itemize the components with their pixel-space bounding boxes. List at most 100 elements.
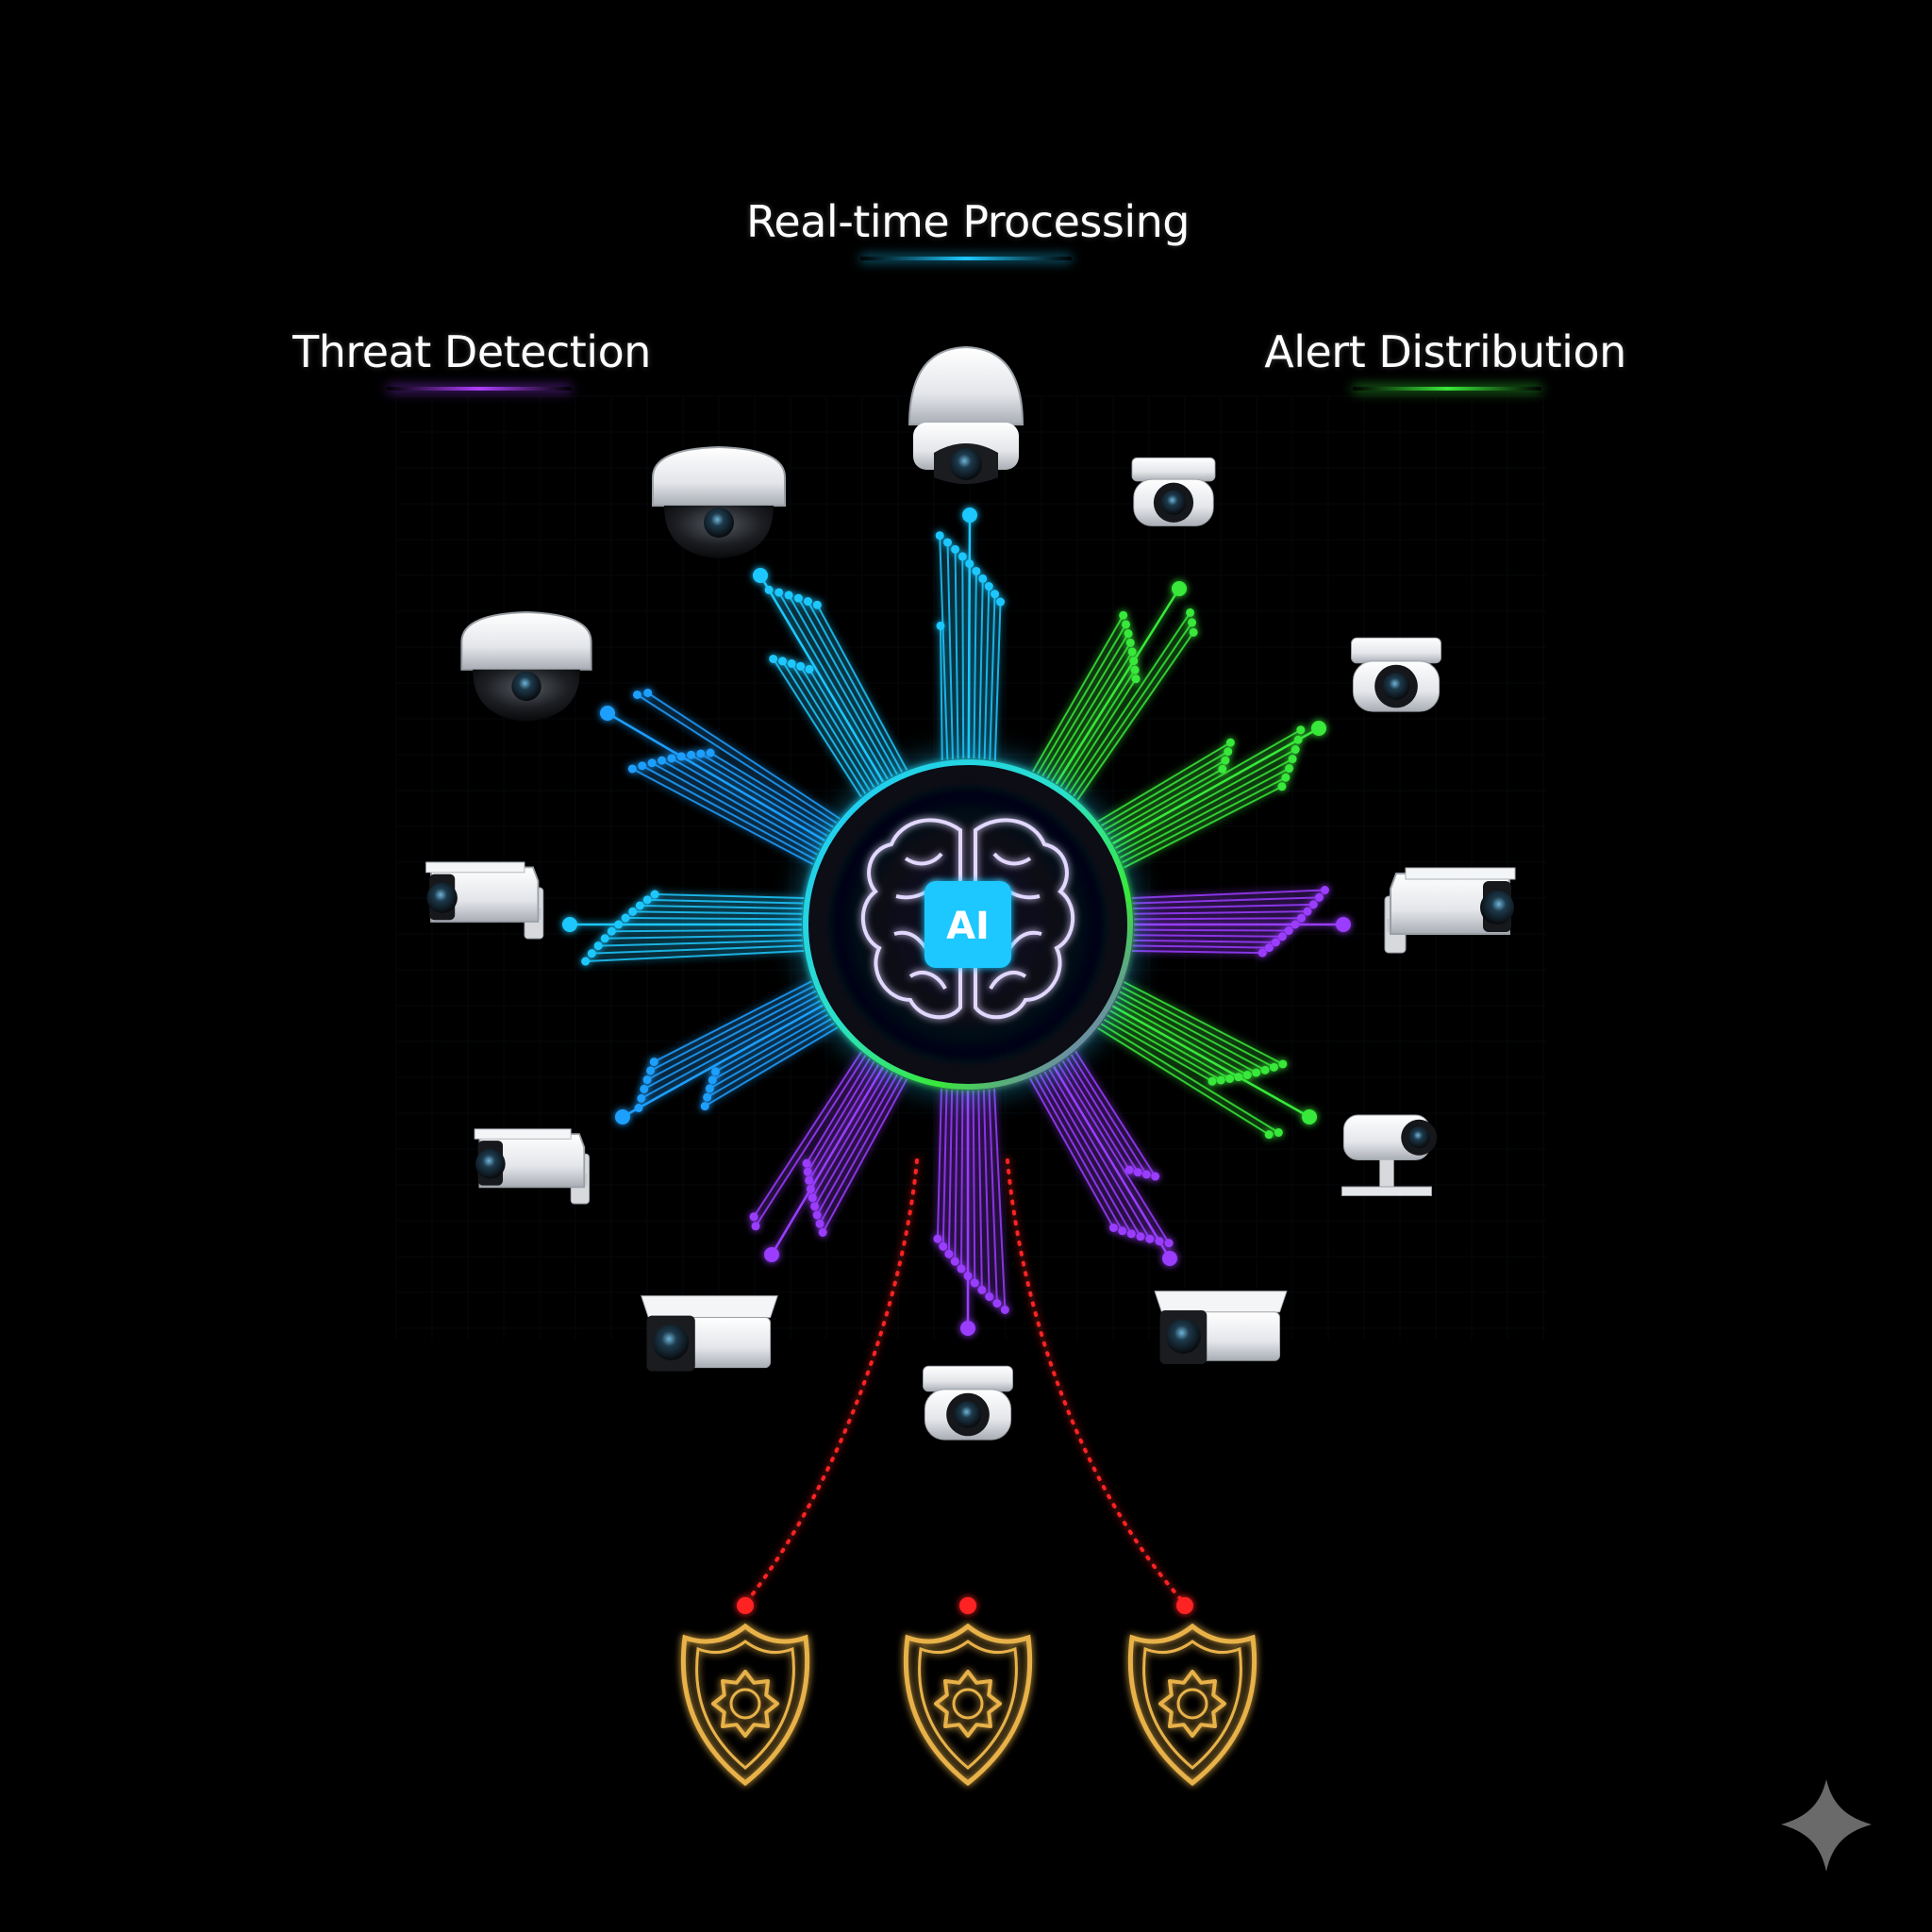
connection-node xyxy=(705,1084,714,1093)
connection-bundle xyxy=(1131,886,1351,958)
endpoint-node xyxy=(1302,1109,1317,1124)
connection-node xyxy=(642,895,652,905)
connection-node xyxy=(787,658,796,668)
ai-hub: AI xyxy=(796,753,1140,1096)
endpoint-node xyxy=(753,568,768,583)
connection-node xyxy=(996,597,1006,607)
connection-node xyxy=(985,1292,994,1302)
connection-node xyxy=(1224,747,1233,757)
connection-node xyxy=(802,1158,811,1168)
connection-node xyxy=(1260,1065,1270,1074)
connection-node xyxy=(700,1102,709,1111)
connection-node xyxy=(812,1210,822,1220)
connection-node xyxy=(1320,886,1329,895)
connection-node xyxy=(803,597,812,607)
connection-node xyxy=(951,544,960,554)
shield-badge-icon xyxy=(680,1623,810,1787)
connection-line xyxy=(1046,641,1132,779)
connection-node xyxy=(1164,1239,1174,1248)
connection-line xyxy=(625,917,803,921)
connection-line xyxy=(1103,1018,1213,1083)
camera-icon xyxy=(425,861,544,940)
connection-node xyxy=(642,1075,652,1085)
connection-node xyxy=(658,756,667,765)
camera-icon xyxy=(908,345,1024,484)
connection-line xyxy=(993,602,1002,761)
connection-node xyxy=(933,1234,942,1243)
surveillance-ai-diagram: AI xyxy=(395,345,1872,1872)
connection-line xyxy=(806,1058,871,1164)
connection-node xyxy=(793,593,803,603)
sparkle-icon xyxy=(1781,1779,1872,1872)
connection-line xyxy=(632,910,803,915)
connection-node xyxy=(769,654,778,663)
camera-icon xyxy=(1351,637,1441,712)
connection-line xyxy=(708,1018,832,1090)
camera-icon xyxy=(1131,457,1216,526)
connection-node xyxy=(1108,1223,1118,1232)
connection-line xyxy=(959,1090,964,1269)
threat-detection-label: Threat Detection xyxy=(292,326,651,377)
camera-icon xyxy=(1341,1114,1438,1196)
connection-node xyxy=(1291,745,1300,755)
connection-node xyxy=(958,552,967,561)
alert-link xyxy=(743,1158,919,1606)
connection-line xyxy=(947,1090,954,1255)
connection-node xyxy=(1277,932,1287,941)
camera-icon xyxy=(652,445,786,558)
connection-node xyxy=(957,1264,966,1274)
connection-line xyxy=(1131,889,1325,899)
connection-bundle xyxy=(615,980,839,1124)
connection-node xyxy=(1281,773,1291,782)
connection-node xyxy=(1130,665,1140,675)
ai-label: AI xyxy=(946,905,990,948)
connection-node xyxy=(581,957,591,966)
shield-badge-icon xyxy=(1127,1623,1257,1787)
connection-node xyxy=(784,591,793,600)
endpoint-node xyxy=(615,1109,630,1124)
camera-icon xyxy=(460,611,592,722)
connection-bundle xyxy=(1031,581,1198,801)
alert-distribution-label: Alert Distribution xyxy=(1264,326,1626,377)
main-spoke xyxy=(607,711,825,842)
connection-node xyxy=(1284,926,1293,936)
connection-node xyxy=(587,949,596,958)
connection-node xyxy=(818,1228,827,1238)
connection-node xyxy=(1126,1229,1136,1239)
connection-node xyxy=(593,941,603,951)
connection-bundle xyxy=(933,1088,1009,1336)
connection-line xyxy=(598,939,803,947)
connection-line xyxy=(1133,903,1314,910)
connection-line xyxy=(647,898,804,905)
connection-node xyxy=(749,1212,758,1222)
connection-node xyxy=(1118,1226,1127,1236)
connection-node xyxy=(1131,675,1141,684)
connection-node xyxy=(805,1175,814,1185)
connection-line xyxy=(1133,939,1276,943)
connection-node xyxy=(796,661,806,671)
connection-node xyxy=(696,749,706,758)
connection-node xyxy=(992,1299,1002,1308)
connection-line xyxy=(714,1008,826,1073)
connection-node xyxy=(1145,1234,1155,1243)
connection-node xyxy=(706,748,715,758)
connection-node xyxy=(970,1278,979,1288)
connection-node xyxy=(1303,907,1312,916)
connection-node xyxy=(1119,610,1128,620)
connection-node xyxy=(977,1285,987,1294)
camera-icon xyxy=(641,1295,778,1372)
connection-node xyxy=(667,754,676,763)
response-units xyxy=(680,1623,1257,1787)
connection-bundle xyxy=(1029,1050,1177,1266)
connection-node xyxy=(778,657,788,666)
connection-line xyxy=(1107,768,1224,836)
alert-underline xyxy=(1353,387,1541,391)
connection-line xyxy=(605,934,803,940)
main-spoke xyxy=(770,1066,885,1256)
camera-icon xyxy=(474,1128,590,1205)
connection-line xyxy=(977,1090,983,1291)
connection-node xyxy=(1277,782,1287,791)
connection-node xyxy=(703,1092,712,1102)
endpoint-node xyxy=(600,706,615,721)
connection-node xyxy=(1133,1168,1142,1177)
